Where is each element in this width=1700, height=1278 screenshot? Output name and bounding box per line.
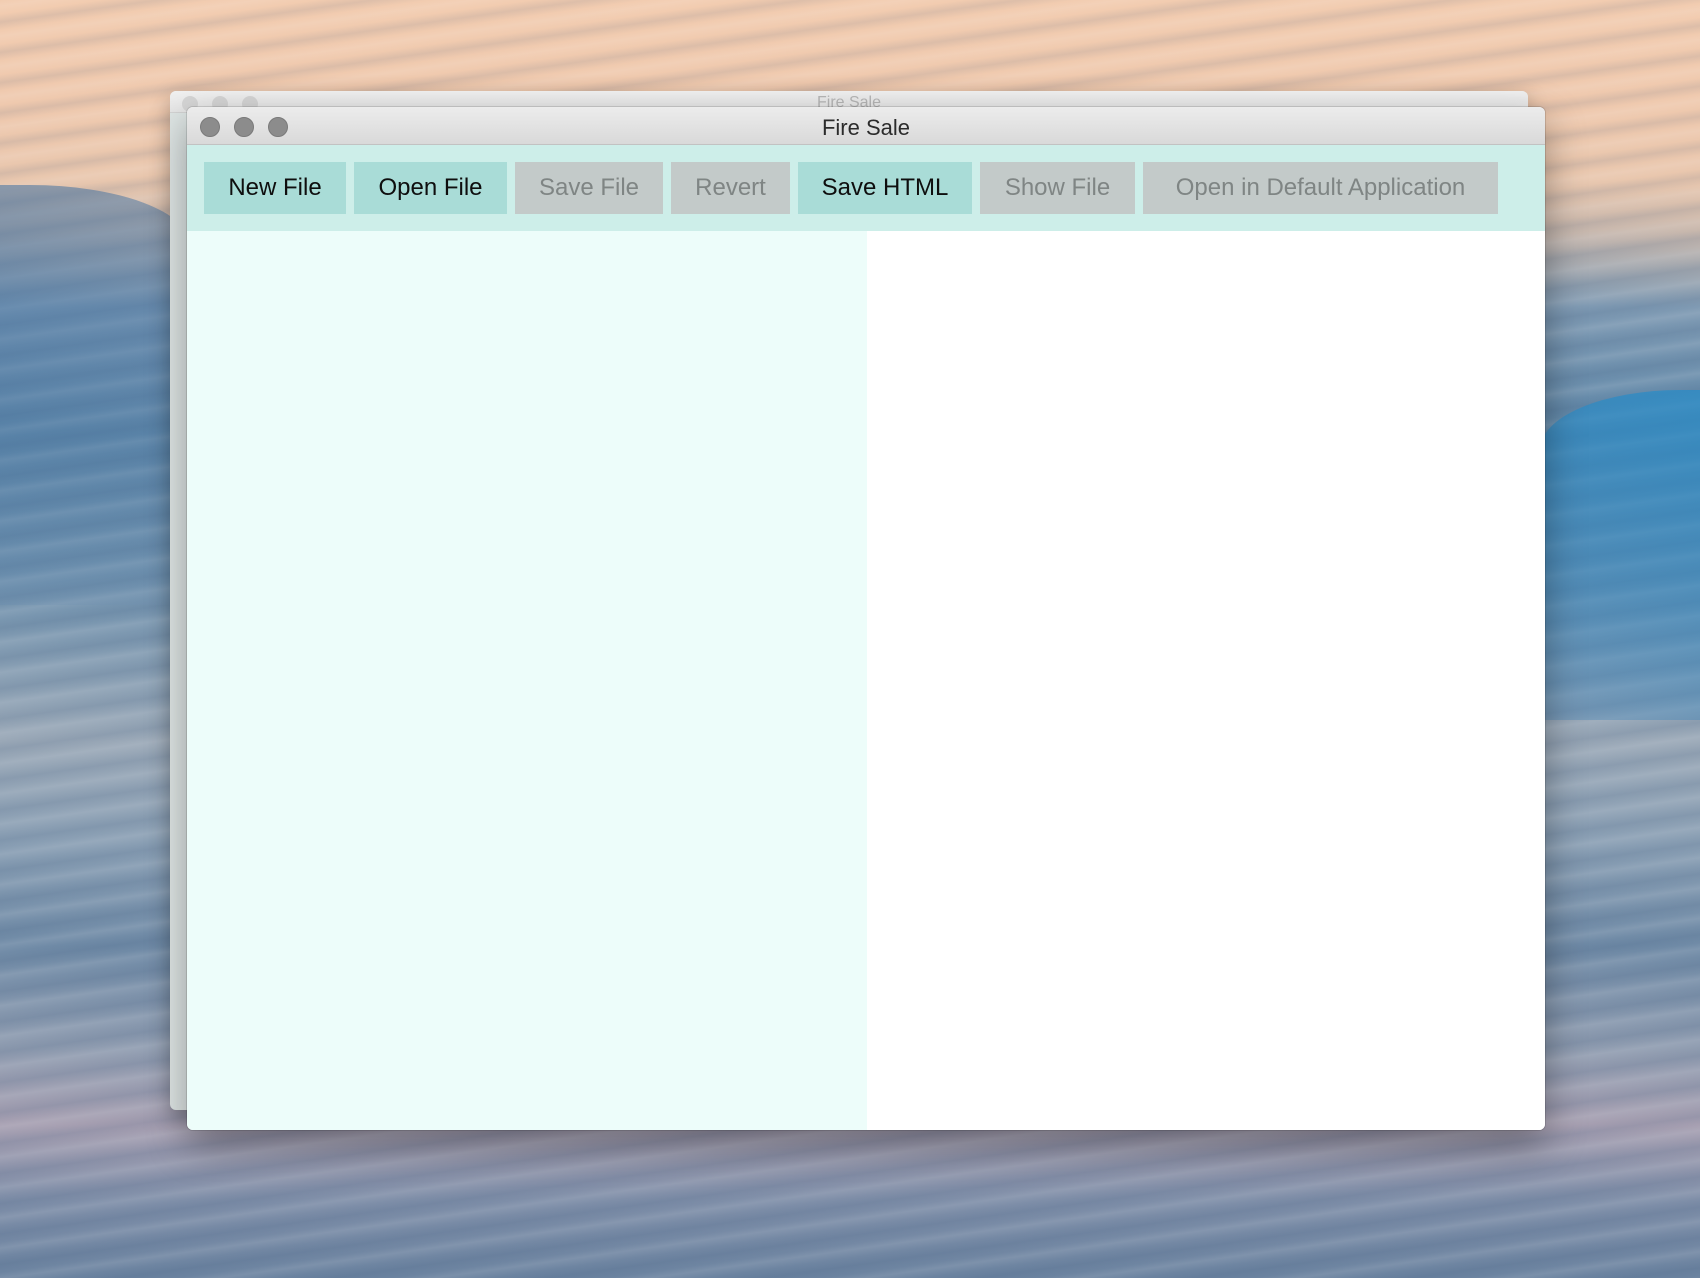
markdown-editor[interactable] — [187, 231, 867, 1130]
save-file-button[interactable]: Save File — [515, 162, 663, 214]
toolbar: New File Open File Save File Revert Save… — [187, 145, 1545, 231]
show-file-button[interactable]: Show File — [980, 162, 1135, 214]
window-title: Fire Sale — [821, 115, 911, 140]
wallpaper-wave-left — [0, 185, 190, 605]
open-in-default-application-button[interactable]: Open in Default Application — [1143, 162, 1498, 214]
open-file-button[interactable]: Open File — [354, 162, 507, 214]
wallpaper-wave-right — [1540, 390, 1700, 720]
new-file-button[interactable]: New File — [204, 162, 346, 214]
revert-button[interactable]: Revert — [671, 162, 790, 214]
window-titlebar[interactable]: Fire Sale — [187, 107, 1545, 145]
app-window: Fire Sale New File Open File Save File R… — [187, 107, 1545, 1130]
content-panes — [187, 231, 1545, 1130]
save-html-button[interactable]: Save HTML — [798, 162, 972, 214]
html-preview — [867, 231, 1545, 1130]
